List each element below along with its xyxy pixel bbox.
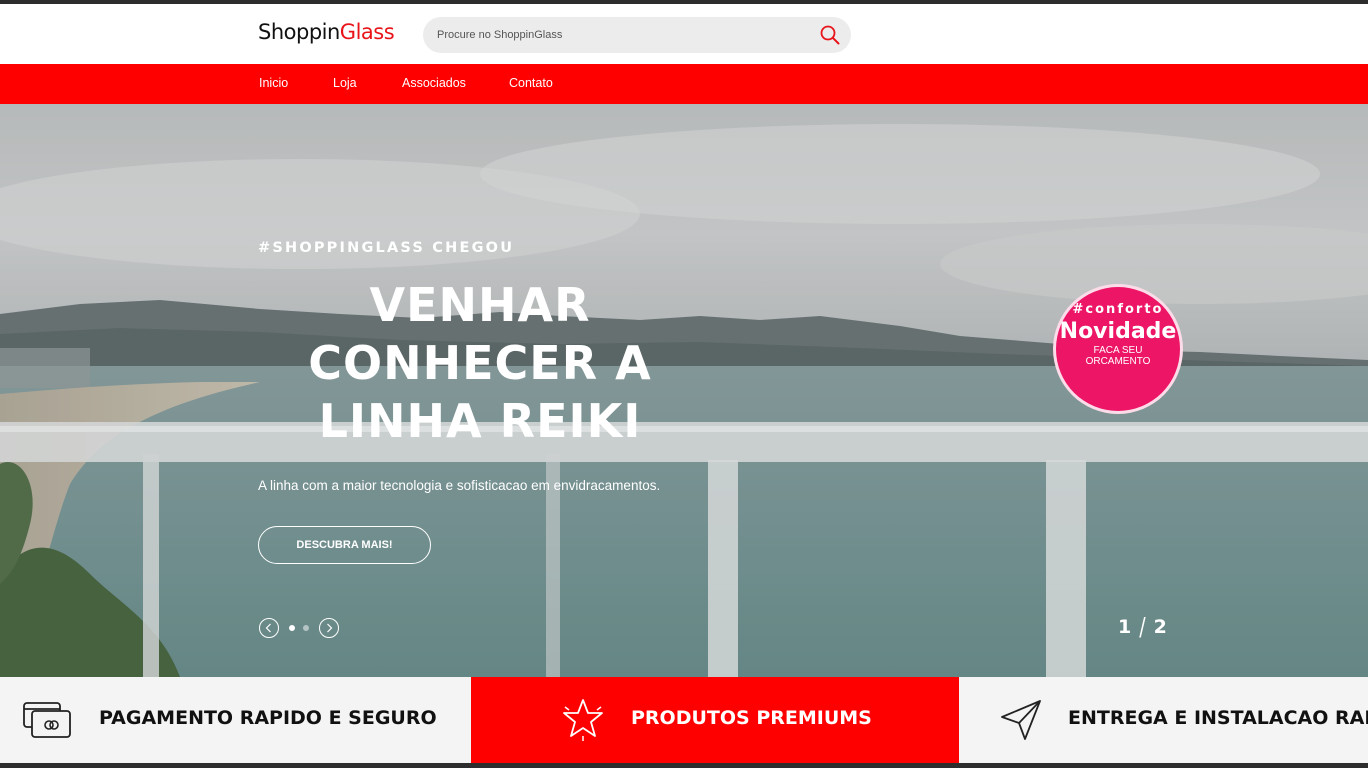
- nav-item-inicio[interactable]: Inicio: [259, 76, 288, 90]
- badge-title: Novidade: [1059, 319, 1177, 344]
- slide-counter-separator: /: [1139, 612, 1146, 642]
- hero-subtitle: A linha com a maior tecnologia e sofisti…: [258, 478, 661, 493]
- badge-tag: #conforto: [1072, 302, 1164, 317]
- paper-plane-icon: [1001, 700, 1041, 740]
- slider-dot-2[interactable]: [303, 625, 309, 631]
- feature-delivery: ENTREGA E INSTALACAO RAPIDA: [959, 677, 1368, 763]
- hero-headline-line-3: LINHA REIKI: [318, 394, 642, 448]
- features-bar: PAGAMENTO RAPIDO E SEGURO PRODUTOS PREMI…: [0, 677, 1368, 763]
- feature-delivery-label: ENTREGA E INSTALACAO RAPIDA: [1068, 707, 1368, 729]
- chevron-right-icon: [327, 623, 333, 633]
- search-input[interactable]: [437, 17, 807, 53]
- badge-text: FACA SEU ORCAMENTO: [1085, 345, 1151, 367]
- hero-headline: VENHAR CONHECER A LINHA REIKI: [280, 276, 680, 450]
- site-logo[interactable]: ShoppinGlass: [258, 20, 395, 44]
- discover-more-button[interactable]: DESCUBRA MAIS!: [258, 526, 431, 564]
- bottom-border: [0, 763, 1368, 768]
- feature-payment: PAGAMENTO RAPIDO E SEGURO: [0, 677, 471, 763]
- slider-next-button[interactable]: [319, 618, 339, 638]
- nav-item-loja[interactable]: Loja: [333, 76, 357, 90]
- hero-headline-line-2: CONHECER A: [308, 336, 652, 390]
- logo-text-primary: Shoppin: [258, 20, 340, 44]
- feature-premium: PRODUTOS PREMIUMS: [471, 677, 959, 763]
- site-header: ShoppinGlass: [0, 4, 1368, 64]
- feature-premium-label: PRODUTOS PREMIUMS: [631, 707, 872, 729]
- slide-counter-current: 1: [1118, 616, 1132, 638]
- search-icon[interactable]: [819, 24, 841, 46]
- slider-dot-1[interactable]: [289, 625, 295, 631]
- hero-slider: #SHOPPINGLASS CHEGOU VENHAR CONHECER A L…: [0, 104, 1368, 677]
- feature-payment-label: PAGAMENTO RAPIDO E SEGURO: [99, 707, 437, 729]
- logo-text-accent: Glass: [339, 20, 395, 44]
- slide-counter-total: 2: [1153, 616, 1167, 638]
- novidade-badge[interactable]: #conforto Novidade FACA SEU ORCAMENTO: [1053, 284, 1183, 414]
- slide-counter: 1 / 2: [1118, 613, 1167, 642]
- nav-item-contato[interactable]: Contato: [509, 76, 553, 90]
- credit-card-icon: [23, 702, 71, 738]
- hero-eyebrow: #SHOPPINGLASS CHEGOU: [258, 240, 515, 256]
- hero-headline-line-1: VENHAR: [369, 278, 591, 332]
- star-icon: [563, 699, 603, 741]
- main-nav: Inicio Loja Associados Contato: [0, 64, 1368, 104]
- chevron-left-icon: [265, 623, 271, 633]
- slider-prev-button[interactable]: [259, 618, 279, 638]
- search-bar: [423, 17, 851, 53]
- nav-item-associados[interactable]: Associados: [402, 76, 466, 90]
